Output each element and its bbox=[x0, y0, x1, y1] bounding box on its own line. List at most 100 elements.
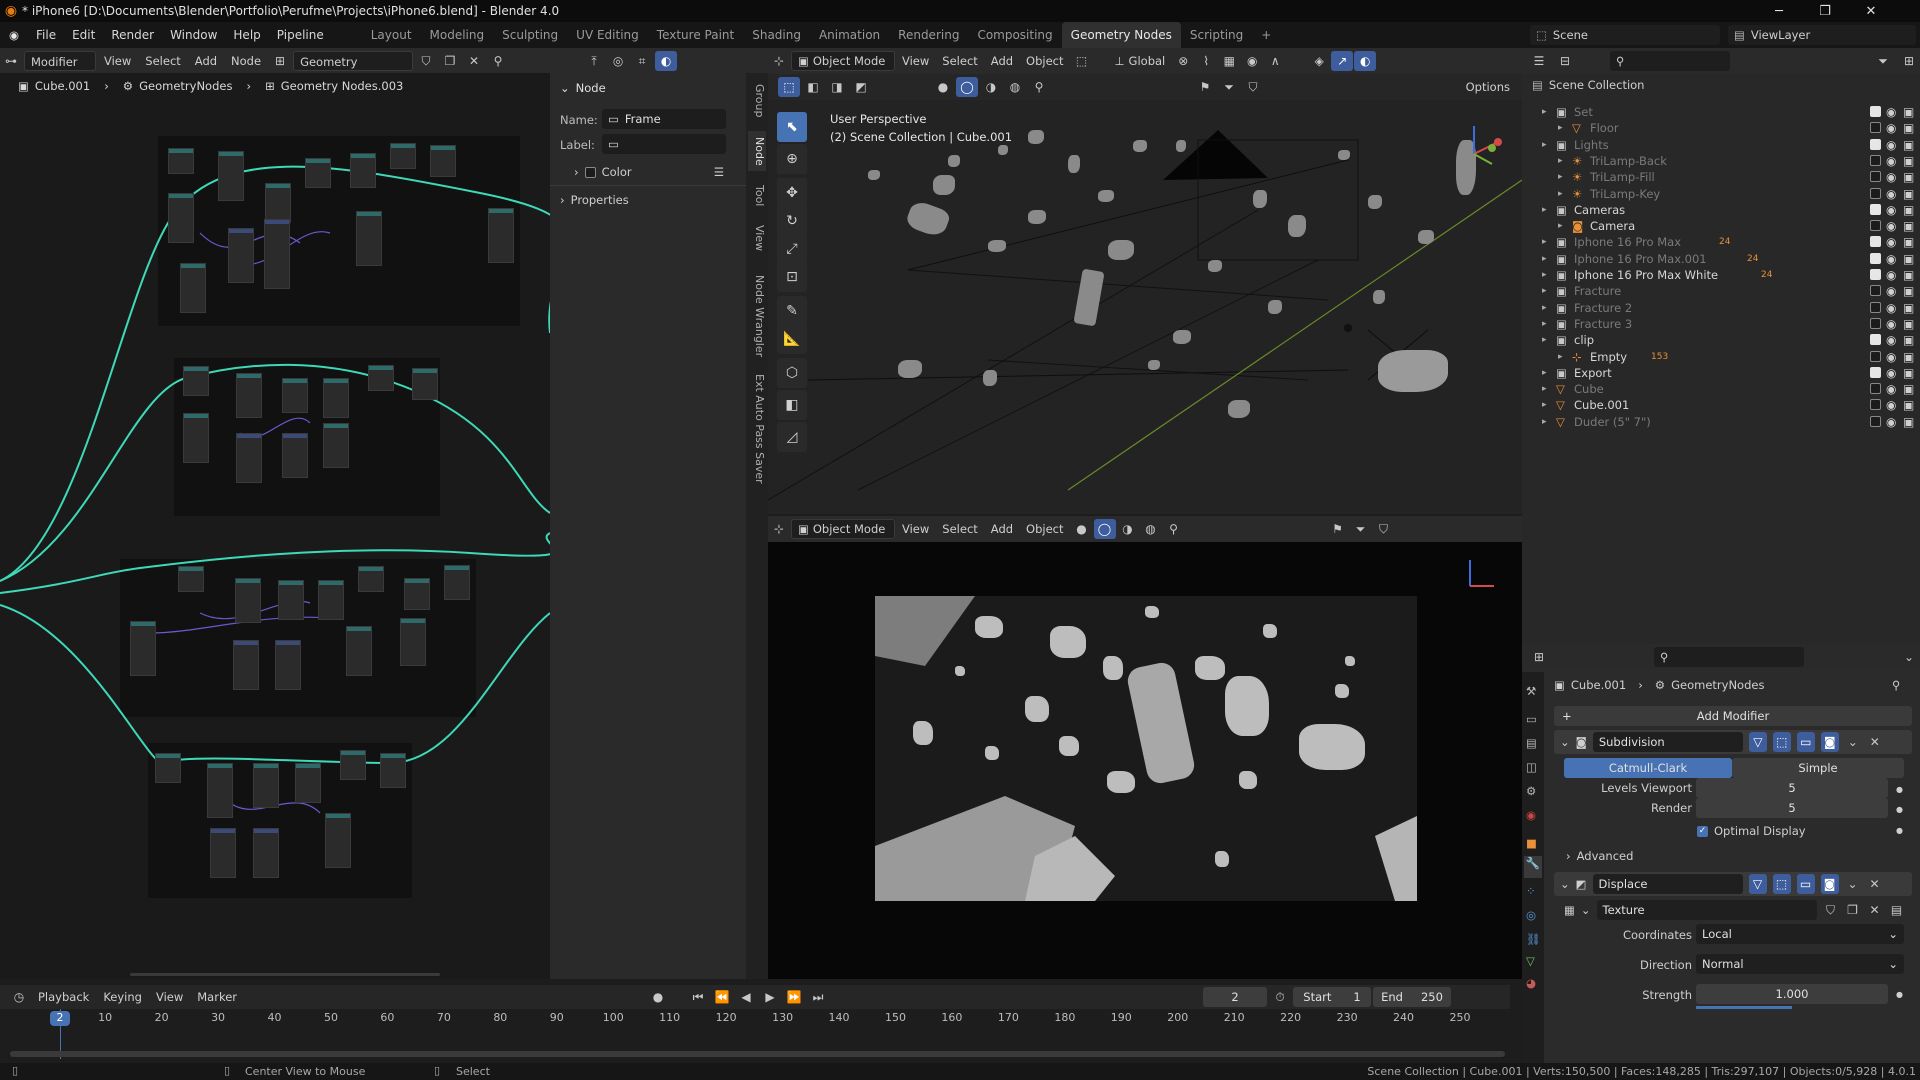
tab-compositing[interactable]: Compositing bbox=[968, 22, 1061, 48]
tab-scripting[interactable]: Scripting bbox=[1181, 22, 1252, 48]
node[interactable] bbox=[253, 828, 279, 878]
shading-wire-icon[interactable]: ◯ bbox=[956, 77, 978, 97]
exclude-checkbox[interactable] bbox=[1870, 415, 1881, 427]
exclude-checkbox[interactable] bbox=[1870, 122, 1881, 134]
overlay-toggle-icon[interactable]: ◐ bbox=[655, 51, 678, 71]
end-frame-field[interactable]: End 250 bbox=[1373, 987, 1452, 1007]
node[interactable] bbox=[323, 378, 349, 418]
pivot-icon[interactable]: ⊗ bbox=[1172, 51, 1194, 71]
menu-help[interactable]: Help bbox=[225, 22, 268, 48]
node[interactable] bbox=[168, 193, 194, 243]
visibility-eye-icon[interactable]: ◉ bbox=[1886, 317, 1896, 331]
exclude-checkbox[interactable] bbox=[1870, 285, 1881, 297]
record-icon[interactable]: ● bbox=[647, 987, 669, 1007]
view-layer-selector[interactable]: ▤ ViewLayer bbox=[1728, 25, 1916, 45]
blender-menu-icon[interactable]: ◉ bbox=[0, 28, 28, 42]
menu-window[interactable]: Window bbox=[162, 22, 225, 48]
filter-icon[interactable]: ⏷ bbox=[1872, 51, 1894, 71]
exclude-checkbox[interactable] bbox=[1870, 252, 1881, 264]
shading-material-icon[interactable]: ◑ bbox=[980, 77, 1002, 97]
prev-keyframe-icon[interactable]: ⏪ bbox=[711, 987, 733, 1007]
timeline-scrollbar[interactable] bbox=[10, 1051, 1505, 1057]
physics-tab-icon[interactable]: ◎ bbox=[1526, 908, 1536, 922]
unlink-icon[interactable]: ✕ bbox=[463, 51, 485, 71]
shading-solid-icon[interactable]: ● bbox=[1071, 519, 1093, 539]
render-camera-icon[interactable]: ▣ bbox=[1903, 268, 1914, 282]
navigation-gizmo[interactable] bbox=[1454, 114, 1514, 174]
exclude-checkbox[interactable] bbox=[1870, 106, 1881, 117]
select-mode-icon[interactable]: ◩ bbox=[850, 77, 872, 97]
viewport-bottom[interactable] bbox=[768, 542, 1522, 979]
expand-arrow-icon[interactable]: ▸ bbox=[1558, 189, 1563, 199]
node[interactable] bbox=[178, 566, 204, 592]
timeline-track[interactable]: 10 20 30 40 50 60 70 80 90 100 110 120 130 140 150 160 1… bbox=[0, 1009, 1510, 1063]
visibility-eye-icon[interactable]: ◉ bbox=[1886, 268, 1896, 282]
modifier-tab-icon[interactable]: 🔧 bbox=[1524, 856, 1542, 878]
node[interactable] bbox=[404, 578, 430, 610]
node-editor-scrollbar[interactable] bbox=[130, 973, 440, 976]
node[interactable] bbox=[130, 621, 156, 676]
render-camera-icon[interactable]: ▣ bbox=[1903, 170, 1914, 184]
select-mode-icon[interactable]: ◨ bbox=[826, 77, 848, 97]
exclude-checkbox[interactable] bbox=[1870, 187, 1881, 199]
play-icon[interactable]: ▶ bbox=[759, 987, 781, 1007]
visibility-eye-icon[interactable]: ◉ bbox=[1886, 301, 1896, 315]
node[interactable] bbox=[235, 578, 261, 623]
timeline-menu-keying[interactable]: Keying bbox=[97, 987, 148, 1007]
shading-rendered-icon[interactable]: ◍ bbox=[1004, 77, 1026, 97]
new-collection-icon[interactable]: ⊞ bbox=[1898, 51, 1920, 71]
properties-subpanel[interactable]: › Properties bbox=[560, 193, 629, 207]
next-keyframe-icon[interactable]: ⏩ bbox=[783, 987, 805, 1007]
render-camera-icon[interactable]: ▣ bbox=[1903, 382, 1914, 396]
subdivision-name-field[interactable]: Subdivision bbox=[1592, 732, 1743, 752]
tab-view[interactable]: View bbox=[748, 221, 766, 255]
shield-icon[interactable]: ⛉ bbox=[1373, 519, 1395, 539]
expand-arrow-icon[interactable]: ▸ bbox=[1542, 384, 1547, 394]
data-tab-icon[interactable]: ▽ bbox=[1526, 954, 1535, 968]
color-subpanel[interactable]: › Color ☰ bbox=[574, 165, 724, 179]
viewport-menu-object[interactable]: Object bbox=[1020, 519, 1069, 539]
render-camera-icon[interactable]: ▣ bbox=[1903, 105, 1914, 119]
render-levels-field[interactable]: 5 bbox=[1696, 798, 1888, 818]
displace-name-field[interactable]: Displace bbox=[1592, 874, 1743, 894]
viewport-menu-view[interactable]: View bbox=[896, 51, 935, 71]
expand-arrow-icon[interactable]: ▸ bbox=[1542, 270, 1547, 280]
visibility-eye-icon[interactable]: ◉ bbox=[1886, 366, 1896, 380]
node[interactable] bbox=[218, 151, 244, 201]
advanced-subpanel[interactable]: › Advanced bbox=[1566, 849, 1633, 863]
snap-icon[interactable]: ⌇ bbox=[1195, 51, 1217, 71]
tab-ext-auto-pass-saver[interactable]: Ext Auto Pass Saver bbox=[748, 373, 766, 485]
node[interactable] bbox=[210, 828, 236, 878]
checker-texture-icon[interactable]: ▦ bbox=[1564, 903, 1575, 917]
navigation-gizmo[interactable] bbox=[1458, 552, 1508, 592]
render-tab-icon[interactable]: ▭ bbox=[1526, 712, 1537, 726]
chevron-down-icon[interactable]: ⌄ bbox=[1898, 647, 1920, 667]
render-camera-icon[interactable]: ▣ bbox=[1903, 317, 1914, 331]
expand-arrow-icon[interactable]: ▸ bbox=[1558, 221, 1563, 231]
render-camera-icon[interactable]: ▣ bbox=[1903, 333, 1914, 347]
node[interactable] bbox=[380, 753, 406, 788]
node[interactable] bbox=[253, 763, 279, 808]
stopwatch-icon[interactable]: ⏱ bbox=[1269, 987, 1291, 1007]
expand-arrow-icon[interactable]: ▸ bbox=[1542, 335, 1547, 345]
gizmo-toggle-icon[interactable]: ↗ bbox=[1331, 51, 1354, 71]
keyframe-dot-icon[interactable]: ● bbox=[1896, 990, 1903, 999]
tab-animation[interactable]: Animation bbox=[810, 22, 889, 48]
exclude-checkbox[interactable] bbox=[1870, 203, 1881, 215]
node[interactable] bbox=[233, 640, 259, 690]
node[interactable] bbox=[180, 263, 206, 313]
snap-increment-icon[interactable]: ▦ bbox=[1218, 51, 1240, 71]
bookmark-icon[interactable]: ⚑ bbox=[1327, 519, 1349, 539]
render-camera-icon[interactable]: ▣ bbox=[1903, 138, 1914, 152]
display-mode-icon[interactable]: ⊟ bbox=[1554, 51, 1576, 71]
render-camera-icon[interactable]: ▣ bbox=[1903, 415, 1914, 429]
render-toggle-icon[interactable]: ◙ bbox=[1820, 732, 1839, 752]
viewport-menu-add[interactable]: Add bbox=[985, 51, 1019, 71]
add-workspace-button[interactable]: + bbox=[1252, 22, 1280, 48]
visibility-eye-icon[interactable]: ◉ bbox=[1886, 154, 1896, 168]
parent-tree-icon[interactable]: ⤒ bbox=[583, 51, 605, 71]
outliner-root[interactable]: ▤ Scene Collection bbox=[1532, 78, 1644, 92]
node-menu-add[interactable]: Add bbox=[189, 51, 223, 71]
proportional-edit-icon[interactable]: ◉ bbox=[1241, 51, 1263, 71]
displace-modifier-header[interactable]: ⌄ ◩ Displace ▽ ⬚ ▭ ◙ ⌄ ✕ bbox=[1554, 872, 1912, 896]
